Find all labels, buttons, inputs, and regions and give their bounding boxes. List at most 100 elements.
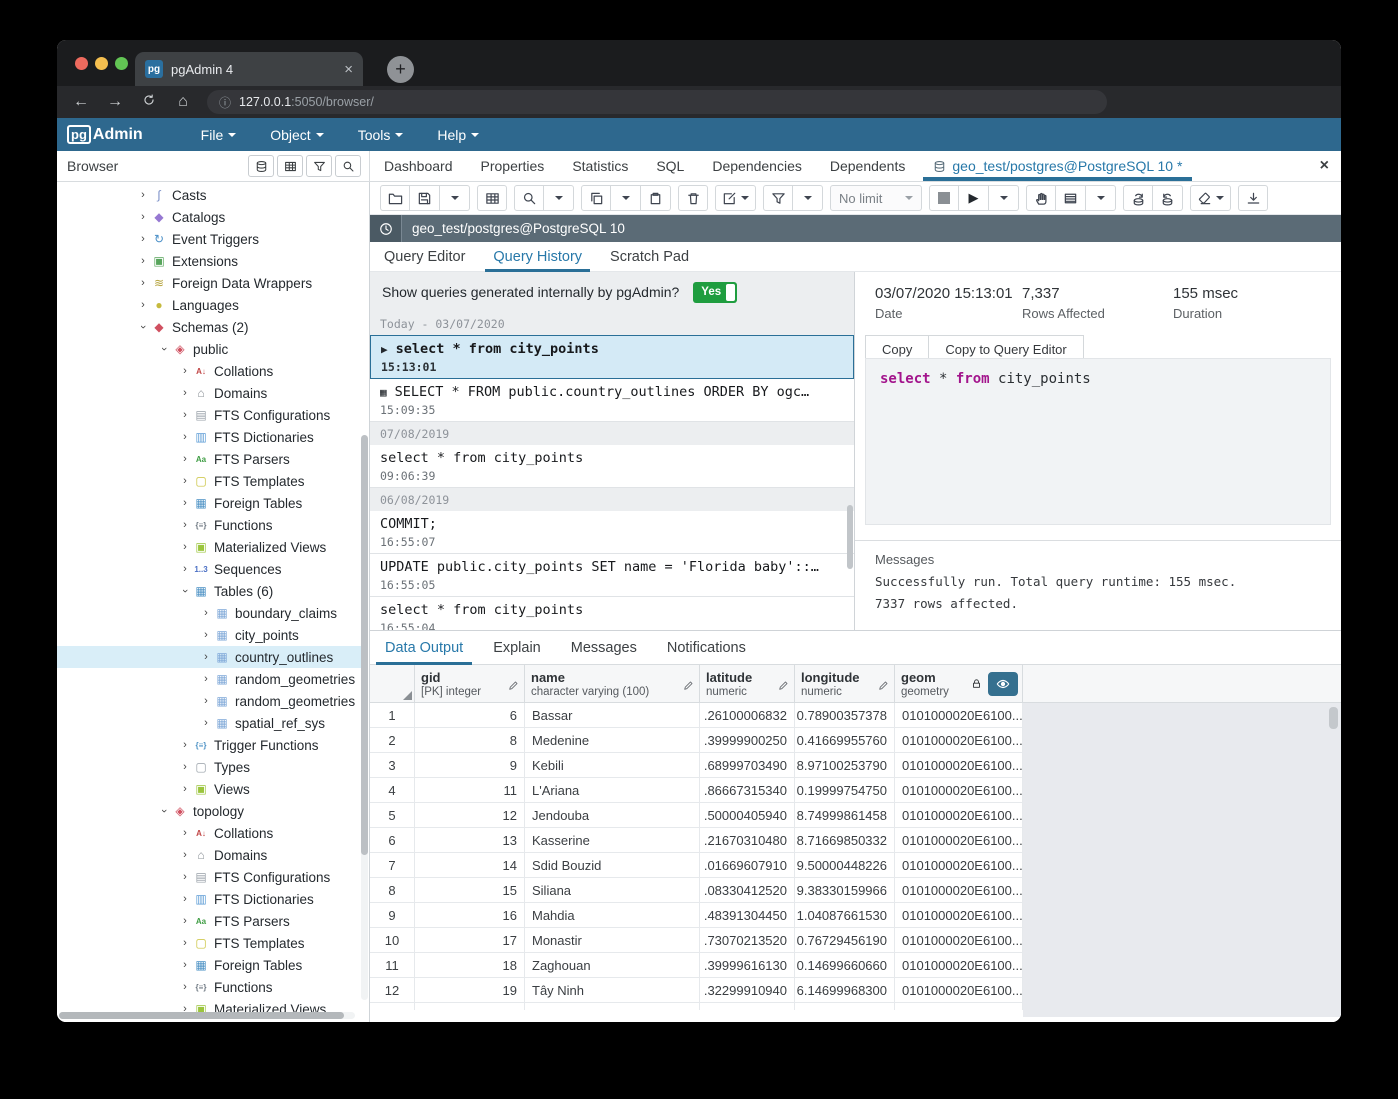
row-limit-select[interactable]: No limit bbox=[830, 185, 922, 211]
explain-analyze-button[interactable] bbox=[1056, 185, 1086, 211]
expand-icon[interactable]: › bbox=[136, 189, 150, 201]
tree-item-functions[interactable]: ›{≡}Functions bbox=[57, 514, 361, 536]
expand-icon[interactable]: › bbox=[178, 497, 192, 509]
cell[interactable]: 9 bbox=[370, 903, 415, 927]
cell[interactable]: 19 bbox=[415, 978, 525, 1002]
cell[interactable]: 8 bbox=[415, 728, 525, 752]
tab-query-tool[interactable]: geo_test/postgres@PostgreSQL 10 * bbox=[919, 151, 1196, 181]
expand-icon[interactable]: › bbox=[178, 563, 192, 575]
cell[interactable]: Kebili bbox=[525, 753, 700, 777]
cell[interactable] bbox=[700, 1003, 795, 1010]
cell[interactable]: 17 bbox=[415, 928, 525, 952]
history-entry[interactable]: ▦SELECT * FROM public.country_outlines O… bbox=[370, 379, 854, 422]
cell[interactable]: 0.41669955760 bbox=[795, 728, 895, 752]
cell[interactable]: 1.04087661530 bbox=[795, 903, 895, 927]
tree-item-boundary-claims[interactable]: ›▦boundary_claims bbox=[57, 602, 361, 624]
expand-icon[interactable]: › bbox=[178, 387, 192, 399]
delete-button[interactable] bbox=[678, 185, 708, 211]
expand-icon[interactable]: › bbox=[199, 651, 213, 663]
expand-icon[interactable]: › bbox=[178, 959, 192, 971]
output-tab-messages[interactable]: Messages bbox=[556, 631, 652, 664]
cell[interactable]: 16 bbox=[415, 903, 525, 927]
tree-item-casts[interactable]: ›∫Casts bbox=[57, 184, 361, 206]
expand-icon[interactable]: › bbox=[178, 981, 192, 993]
copy-dropdown-button[interactable] bbox=[611, 185, 641, 211]
tree-item-extensions[interactable]: ›▣Extensions bbox=[57, 250, 361, 272]
tree-item-tables-6-[interactable]: ›▦Tables (6) bbox=[57, 580, 361, 602]
tree-horizontal-scrollbar[interactable] bbox=[59, 1012, 355, 1019]
collapse-icon[interactable]: › bbox=[137, 320, 149, 334]
find-dropdown-button[interactable] bbox=[544, 185, 574, 211]
explain-button[interactable] bbox=[1026, 185, 1056, 211]
cell[interactable]: Medenine bbox=[525, 728, 700, 752]
tree-item-random-geometries[interactable]: ›▦random_geometries bbox=[57, 690, 361, 712]
cell[interactable]: 10 bbox=[370, 928, 415, 952]
output-tab-notifications[interactable]: Notifications bbox=[652, 631, 761, 664]
cell[interactable]: 0101000020E6100... bbox=[895, 978, 1023, 1002]
tree-item-collations[interactable]: ›A↓Collations bbox=[57, 822, 361, 844]
explain-dropdown-button[interactable] bbox=[1086, 185, 1116, 211]
tree-item-fts-dictionaries[interactable]: ›▥FTS Dictionaries bbox=[57, 426, 361, 448]
cell[interactable]: .48391304450 bbox=[700, 903, 795, 927]
expand-icon[interactable]: › bbox=[136, 211, 150, 223]
expand-icon[interactable]: › bbox=[178, 409, 192, 421]
edit-column-icon[interactable] bbox=[508, 678, 519, 696]
expand-icon[interactable]: › bbox=[178, 541, 192, 553]
cell[interactable]: 0101000020E6100... bbox=[895, 828, 1023, 852]
close-tab-icon[interactable]: × bbox=[1320, 157, 1329, 175]
tree-item-foreign-tables[interactable]: ›▦Foreign Tables bbox=[57, 492, 361, 514]
grid-view-icon[interactable] bbox=[277, 155, 303, 177]
expand-icon[interactable]: › bbox=[136, 233, 150, 245]
browser-tab-pgadmin[interactable]: pg pgAdmin 4 × bbox=[135, 52, 363, 86]
expand-icon[interactable]: › bbox=[178, 365, 192, 377]
column-header-longitude[interactable]: longitudenumeric bbox=[795, 665, 895, 702]
copy-button[interactable] bbox=[581, 185, 611, 211]
cell[interactable]: .73070213520 bbox=[700, 928, 795, 952]
column-header-geom[interactable]: geomgeometry bbox=[895, 665, 1023, 702]
select-all-triangle-icon[interactable] bbox=[403, 691, 412, 700]
history-entry[interactable]: COMMIT;16:55:07 bbox=[370, 511, 854, 554]
cell[interactable]: 6 bbox=[415, 703, 525, 727]
collapse-icon[interactable]: › bbox=[179, 584, 191, 598]
menu-object[interactable]: Object bbox=[270, 127, 323, 143]
cell[interactable]: 8.71669850332 bbox=[795, 828, 895, 852]
cell[interactable]: 18 bbox=[415, 953, 525, 977]
search-objects-icon[interactable] bbox=[335, 155, 361, 177]
tree-item-random-geometries[interactable]: ›▦random_geometries bbox=[57, 668, 361, 690]
tree-item-functions[interactable]: ›{≡}Functions bbox=[57, 976, 361, 998]
cell[interactable]: 0101000020E6100... bbox=[895, 753, 1023, 777]
cell[interactable]: 0.19999754750 bbox=[795, 778, 895, 802]
execute-button[interactable]: ▶ bbox=[959, 185, 989, 211]
edit-column-icon[interactable] bbox=[878, 678, 889, 696]
cell[interactable]: 0.14699660660 bbox=[795, 953, 895, 977]
column-header-name[interactable]: namecharacter varying (100) bbox=[525, 665, 700, 702]
cell[interactable]: 8.97100253790 bbox=[795, 753, 895, 777]
cell[interactable]: .86667315340 bbox=[700, 778, 795, 802]
cell[interactable]: Sdid Bouzid bbox=[525, 853, 700, 877]
history-entry[interactable]: select * from city_points09:06:39 bbox=[370, 445, 854, 488]
cell[interactable]: L'Ariana bbox=[525, 778, 700, 802]
rollback-button[interactable] bbox=[1153, 185, 1183, 211]
expand-icon[interactable]: › bbox=[178, 849, 192, 861]
cell[interactable]: Tây Ninh bbox=[525, 978, 700, 1002]
tree-item-fts-parsers[interactable]: ›AaFTS Parsers bbox=[57, 910, 361, 932]
tree-item-fts-templates[interactable]: ›▢FTS Templates bbox=[57, 932, 361, 954]
tree-item-event-triggers[interactable]: ›↻Event Triggers bbox=[57, 228, 361, 250]
cell[interactable]: 9 bbox=[415, 753, 525, 777]
cell[interactable]: 0.78900357378 bbox=[795, 703, 895, 727]
cell[interactable]: Zaghouan bbox=[525, 953, 700, 977]
tree-item-schemas-2-[interactable]: ›◆Schemas (2) bbox=[57, 316, 361, 338]
cell[interactable]: 0101000020E6100... bbox=[895, 903, 1023, 927]
new-tab-button[interactable]: + bbox=[387, 56, 414, 83]
cell[interactable]: Jendouba bbox=[525, 803, 700, 827]
cell[interactable]: 3 bbox=[370, 753, 415, 777]
select-all-cell[interactable] bbox=[370, 665, 415, 702]
cell[interactable]: 12 bbox=[370, 978, 415, 1002]
cancel-query-button[interactable] bbox=[929, 185, 959, 211]
cell[interactable]: 14 bbox=[415, 853, 525, 877]
collapse-icon[interactable]: › bbox=[158, 804, 170, 818]
expand-icon[interactable]: › bbox=[199, 607, 213, 619]
cell[interactable]: Mahdia bbox=[525, 903, 700, 927]
cell[interactable] bbox=[415, 1003, 525, 1010]
cell[interactable] bbox=[895, 1003, 1023, 1010]
